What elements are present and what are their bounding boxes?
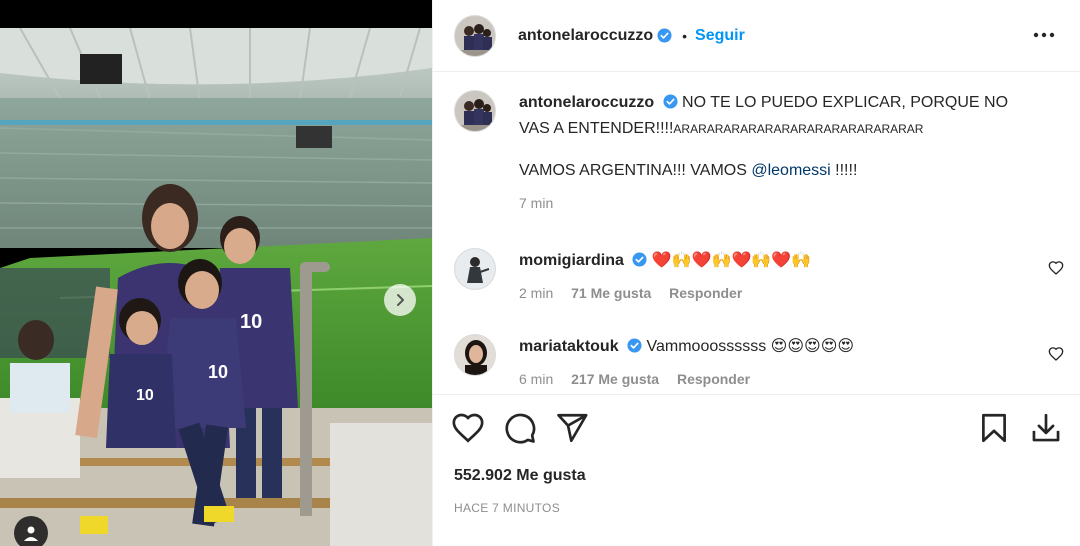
commenter-avatar[interactable] <box>454 248 496 290</box>
comment-time[interactable]: 6 min <box>519 371 553 387</box>
reply-button[interactable]: Responder <box>677 371 750 387</box>
comment-text: Vammooossssss 😍😍😍😍😍 <box>646 338 855 355</box>
comment-meta: 6 min 217 Me gusta Responder <box>519 366 1049 392</box>
mention-link[interactable]: @leomessi <box>751 162 830 179</box>
comment-like-icon[interactable] <box>1048 260 1064 276</box>
comment-username[interactable]: mariataktouk <box>519 338 619 355</box>
reply-button[interactable]: Responder <box>669 285 742 301</box>
svg-text:10: 10 <box>208 362 228 382</box>
comments-section: antonelaroccuzzo NO TE LO PUEDO EXPLICAR… <box>433 73 1080 393</box>
avatar-image <box>455 91 495 131</box>
bookmark-icon[interactable] <box>977 411 1011 445</box>
heart-icon[interactable] <box>451 411 485 445</box>
verified-badge-icon <box>657 28 672 43</box>
stadium-photo: 10 10 10 <box>0 28 432 546</box>
likes-count[interactable]: 552.902 Me gusta <box>454 467 586 485</box>
header-separator: • <box>682 27 688 44</box>
more-options-button[interactable] <box>1031 22 1057 48</box>
caption-line-2-suffix: !!!!! <box>830 162 858 179</box>
comment-likes[interactable]: 217 Me gusta <box>571 371 659 387</box>
svg-text:10: 10 <box>136 387 154 404</box>
more-options-icon <box>1033 32 1055 38</box>
avatar[interactable] <box>454 14 496 57</box>
caption-line-2: VAMOS ARGENTINA!!! VAMOS @leomessi !!!!! <box>519 158 1039 184</box>
caption-time[interactable]: 7 min <box>519 195 553 211</box>
download-icon[interactable] <box>1029 411 1063 445</box>
caption-text: antonelaroccuzzo NO TE LO PUEDO EXPLICAR… <box>519 90 1039 142</box>
chevron-right-icon <box>397 294 404 306</box>
comment-username[interactable]: momigiardina <box>519 252 624 269</box>
verified-badge-icon <box>663 94 678 109</box>
verified-badge-icon <box>632 252 647 267</box>
send-icon[interactable] <box>555 411 589 445</box>
comment-item: mariataktouk Vammooossssss 😍😍😍😍😍 6 min 2… <box>454 334 1064 393</box>
caption-meta: 7 min <box>519 190 1039 216</box>
caption-laugh: ARARARARARARARARARARARARARARAR <box>673 122 924 136</box>
caption-username[interactable]: antonelaroccuzzo <box>519 94 654 111</box>
post-header: antonelaroccuzzo • Seguir <box>433 0 1080 72</box>
caption-avatar[interactable] <box>454 90 496 132</box>
post-media[interactable]: 10 10 10 <box>0 0 432 546</box>
comment-like-icon[interactable] <box>1048 346 1064 362</box>
post-actions: 552.902 Me gusta HACE 7 MINUTOS <box>433 394 1080 546</box>
post-photo: 10 10 10 <box>0 28 432 546</box>
post-details: antonelaroccuzzo • Seguir antonelaroccuz… <box>432 0 1080 546</box>
comment-icon[interactable] <box>503 411 537 445</box>
follow-button[interactable]: Seguir <box>695 27 745 45</box>
comment-time[interactable]: 2 min <box>519 285 553 301</box>
comment-meta: 2 min 71 Me gusta Responder <box>519 280 1049 306</box>
avatar-image <box>455 249 495 289</box>
post-author-username[interactable]: antonelaroccuzzo <box>518 27 653 45</box>
user-tag-icon <box>24 526 38 541</box>
caption-line-2-prefix: VAMOS ARGENTINA!!! VAMOS <box>519 162 752 179</box>
post-timestamp[interactable]: HACE 7 MINUTOS <box>454 501 560 515</box>
avatar-image <box>455 335 495 375</box>
tagged-users-button[interactable] <box>14 516 48 546</box>
avatar-image <box>455 15 495 56</box>
verified-badge-icon <box>627 338 642 353</box>
commenter-avatar[interactable] <box>454 334 496 376</box>
comment-item: momigiardina ❤️🙌❤️🙌❤️🙌❤️🙌 2 min 71 Me gu… <box>454 248 1064 312</box>
next-photo-button[interactable] <box>384 284 416 316</box>
post-caption: antonelaroccuzzo NO TE LO PUEDO EXPLICAR… <box>454 90 1064 240</box>
comment-likes[interactable]: 71 Me gusta <box>571 285 651 301</box>
svg-text:10: 10 <box>240 311 262 333</box>
comment-text: ❤️🙌❤️🙌❤️🙌❤️🙌 <box>651 252 812 269</box>
